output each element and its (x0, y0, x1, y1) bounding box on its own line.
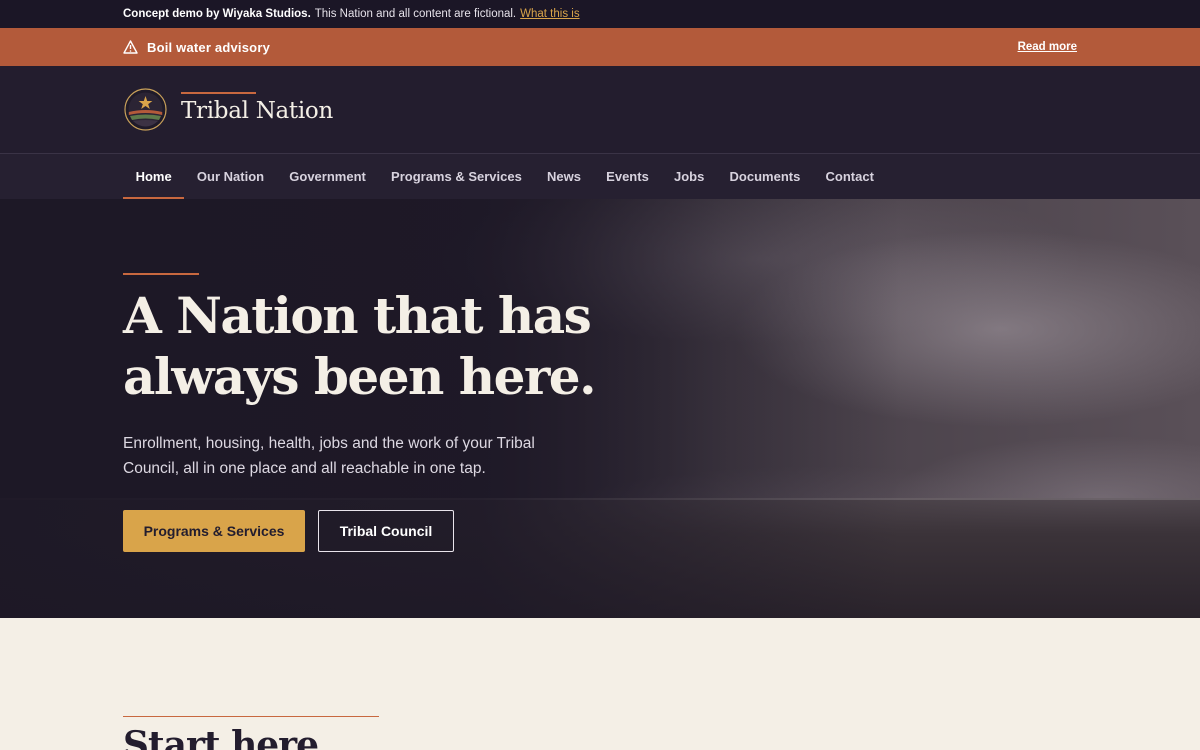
demo-notice-strong: Concept demo by Wiyaka Studios. (123, 8, 311, 20)
nav-item-contact[interactable]: Contact (813, 154, 887, 199)
section-accent-rule (123, 716, 379, 717)
nav-item-programs-services[interactable]: Programs & Services (378, 154, 534, 199)
hero-title: A Nation that has always been here. (123, 286, 597, 406)
hero-accent-rule (123, 273, 199, 275)
main-nav: Home Our Nation Government Programs & Se… (0, 154, 1200, 199)
section-title: Start here (123, 724, 319, 750)
alert-left: Boil water advisory (123, 40, 270, 55)
site-header: Tribal Nation (0, 66, 1200, 154)
demo-notice-text: This Nation and all content are fictiona… (314, 8, 517, 20)
nav-item-jobs[interactable]: Jobs (661, 154, 717, 199)
alert-banner: Boil water advisory Read more (0, 28, 1200, 66)
warning-triangle-icon (123, 40, 138, 54)
what-this-is-link[interactable]: What this is (520, 8, 579, 20)
hero-subtitle: Enrollment, housing, health, jobs and th… (123, 435, 535, 477)
demo-notice-bar: Concept demo by Wiyaka Studios. This Nat… (0, 0, 1200, 28)
programs-services-button[interactable]: Programs & Services (123, 510, 305, 552)
nav-item-home[interactable]: Home (123, 154, 185, 199)
hero-section: A Nation that has always been here. Enro… (0, 199, 1200, 618)
hero-actions: Programs & Services Tribal Council (123, 510, 723, 552)
nav-item-our-nation[interactable]: Our Nation (184, 154, 276, 199)
nav-item-government[interactable]: Government (277, 154, 379, 199)
read-more-link[interactable]: Read more (1018, 41, 1077, 53)
tribal-council-button[interactable]: Tribal Council (318, 510, 454, 552)
nation-seal-logo[interactable] (124, 88, 167, 131)
start-here-section: Start here (0, 618, 1200, 750)
brand-name[interactable]: Tribal Nation (181, 92, 333, 124)
alert-title: Boil water advisory (147, 39, 271, 55)
nav-item-documents[interactable]: Documents (717, 154, 813, 199)
nav-item-events[interactable]: Events (594, 154, 662, 199)
nav-item-news[interactable]: News (534, 154, 593, 199)
hero-content: A Nation that has always been here. Enro… (123, 273, 723, 552)
